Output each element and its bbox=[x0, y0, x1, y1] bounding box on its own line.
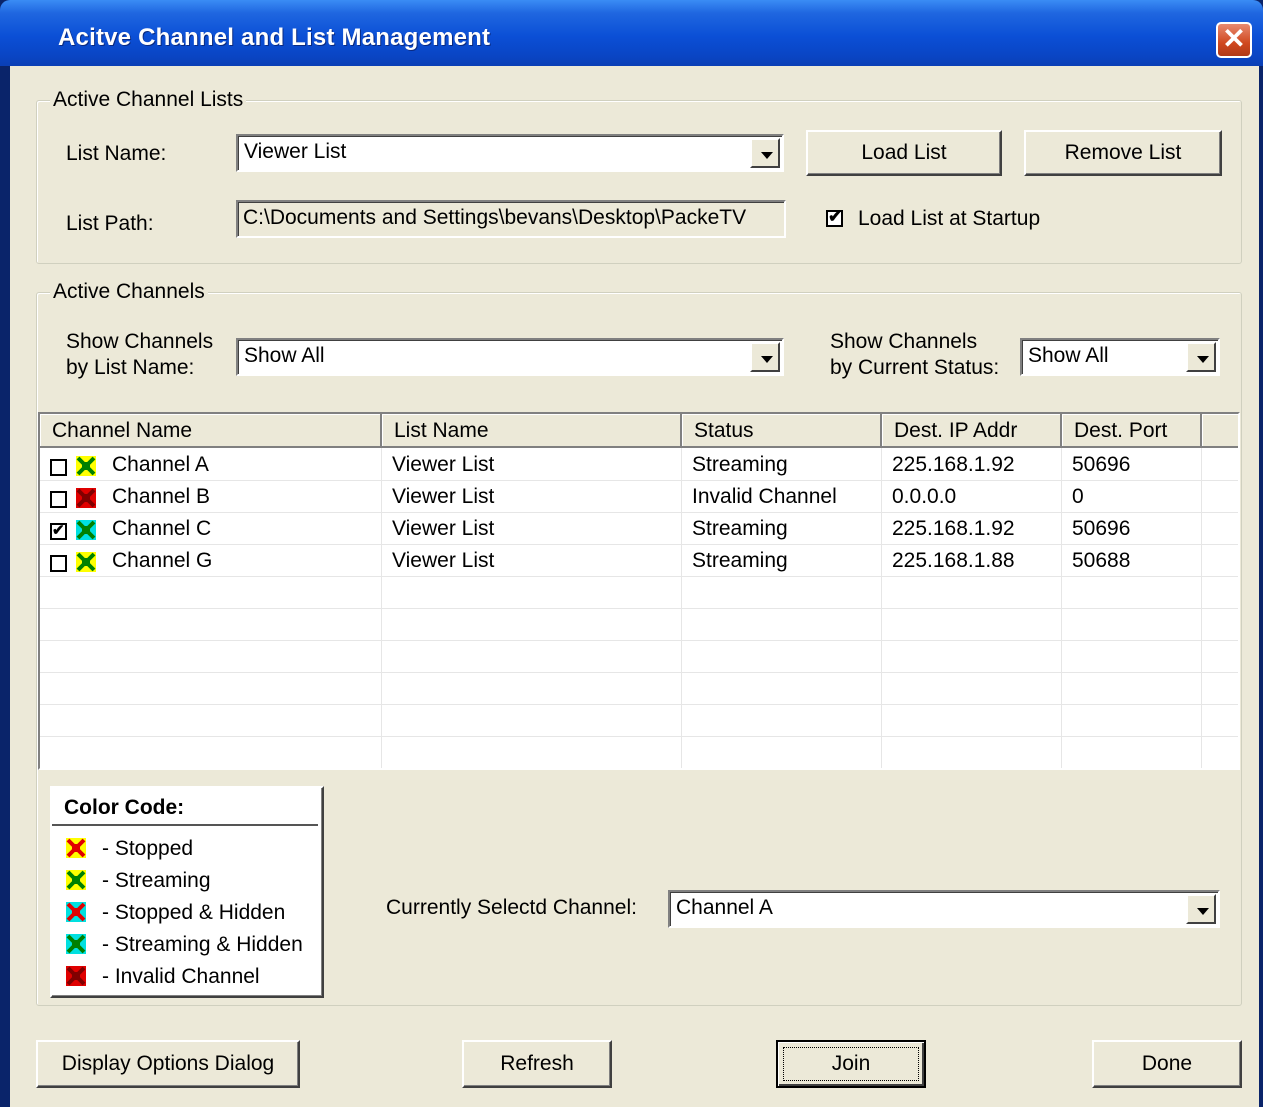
dialog-client-area: Active Channel Lists List Name: Viewer L… bbox=[10, 66, 1259, 1107]
streaming-hidden-icon bbox=[66, 934, 86, 954]
channel-name-cell: Channel A bbox=[112, 453, 209, 476]
column-header-dest-ip[interactable]: Dest. IP Addr bbox=[882, 414, 1062, 448]
refresh-label: Refresh bbox=[500, 1052, 574, 1075]
selected-channel-dropdown[interactable]: Channel A bbox=[668, 890, 1220, 928]
active-channels-legend: Active Channels bbox=[50, 280, 208, 304]
show-by-status-label-2: by Current Status: bbox=[830, 356, 1000, 379]
channel-name-cell: Channel G bbox=[112, 549, 213, 572]
list-name-cell: Viewer List bbox=[392, 517, 495, 540]
list-name-cell: Viewer List bbox=[392, 453, 495, 476]
show-by-list-label-1: Show Channels bbox=[66, 330, 214, 353]
selected-channel-value: Channel A bbox=[676, 896, 773, 919]
column-header-channel-name[interactable]: Channel Name bbox=[40, 414, 382, 448]
stopped-icon bbox=[66, 838, 86, 858]
streaming-icon bbox=[76, 552, 96, 572]
column-header-filler bbox=[1202, 414, 1238, 448]
dest-port-cell: 50696 bbox=[1072, 517, 1131, 540]
dest-ip-cell: 225.168.1.92 bbox=[892, 517, 1015, 540]
streaming-icon bbox=[76, 456, 96, 476]
dest-port-cell: 50688 bbox=[1072, 549, 1131, 572]
join-label: Join bbox=[831, 1052, 871, 1075]
show-by-list-value: Show All bbox=[244, 344, 325, 367]
color-code-legend: Color Code: - Stopped - Streaming - Stop… bbox=[50, 786, 324, 998]
active-channel-lists-legend: Active Channel Lists bbox=[50, 88, 247, 112]
close-button[interactable]: ✕ bbox=[1216, 22, 1252, 58]
status-cell: Invalid Channel bbox=[692, 485, 837, 508]
list-path-label: List Path: bbox=[66, 212, 154, 235]
dest-ip-cell: 0.0.0.0 bbox=[892, 485, 957, 508]
streaming-hidden-icon bbox=[76, 520, 96, 540]
invalid-icon bbox=[66, 966, 86, 986]
chevron-down-icon[interactable] bbox=[1186, 894, 1216, 924]
row-checkbox[interactable] bbox=[50, 459, 67, 476]
load-list-label: Load List bbox=[861, 141, 947, 164]
load-at-startup-checkbox[interactable] bbox=[826, 207, 843, 227]
streaming-icon bbox=[66, 870, 86, 890]
window-title: Acitve Channel and List Management bbox=[58, 24, 491, 51]
display-options-button[interactable]: Display Options Dialog bbox=[36, 1040, 300, 1088]
row-checkbox[interactable] bbox=[50, 555, 67, 572]
show-by-status-dropdown[interactable]: Show All bbox=[1020, 338, 1220, 376]
list-name-cell: Viewer List bbox=[392, 549, 495, 572]
channel-name-cell: Channel C bbox=[112, 517, 212, 540]
dest-ip-cell: 225.168.1.92 bbox=[892, 453, 1015, 476]
stopped-hidden-icon bbox=[66, 902, 86, 922]
column-header-list-name[interactable]: List Name bbox=[382, 414, 682, 448]
row-checkbox[interactable] bbox=[50, 491, 67, 508]
load-at-startup-label[interactable]: Load List at Startup bbox=[858, 207, 1040, 231]
remove-list-button[interactable]: Remove List bbox=[1024, 130, 1222, 176]
invalid-icon bbox=[76, 488, 96, 508]
dest-ip-cell: 225.168.1.88 bbox=[892, 549, 1015, 572]
column-header-status[interactable]: Status bbox=[682, 414, 882, 448]
channel-name-cell: Channel B bbox=[112, 485, 211, 508]
dest-port-cell: 0 bbox=[1072, 485, 1084, 508]
channel-table[interactable]: Channel Name List Name Status Dest. IP A… bbox=[38, 412, 1240, 770]
show-by-status-value: Show All bbox=[1028, 344, 1109, 367]
column-header-dest-port[interactable]: Dest. Port bbox=[1062, 414, 1202, 448]
list-path-field: C:\Documents and Settings\bevans\Desktop… bbox=[236, 200, 786, 238]
status-cell: Streaming bbox=[692, 549, 788, 572]
load-list-button[interactable]: Load List bbox=[806, 130, 1002, 176]
show-by-list-dropdown[interactable]: Show All bbox=[236, 338, 784, 376]
list-name-dropdown[interactable]: Viewer List bbox=[236, 134, 784, 172]
refresh-button[interactable]: Refresh bbox=[462, 1040, 612, 1088]
done-button[interactable]: Done bbox=[1092, 1040, 1242, 1088]
color-code-title: Color Code: bbox=[64, 796, 185, 819]
row-checkbox[interactable] bbox=[50, 521, 67, 540]
list-path-value: C:\Documents and Settings\bevans\Desktop… bbox=[243, 206, 747, 229]
title-bar[interactable]: Acitve Channel and List Management ✕ bbox=[0, 0, 1263, 66]
list-name-value: Viewer List bbox=[244, 140, 347, 163]
show-by-status-label-1: Show Channels bbox=[830, 330, 978, 353]
remove-list-label: Remove List bbox=[1064, 141, 1182, 164]
active-channel-lists-group bbox=[36, 100, 1242, 264]
chevron-down-icon[interactable] bbox=[1186, 342, 1216, 372]
chevron-down-icon[interactable] bbox=[750, 138, 780, 168]
join-button[interactable]: Join bbox=[776, 1040, 926, 1088]
status-cell: Streaming bbox=[692, 453, 788, 476]
chevron-down-icon[interactable] bbox=[750, 342, 780, 372]
dialog-window: Acitve Channel and List Management ✕ Act… bbox=[0, 0, 1263, 1107]
status-cell: Streaming bbox=[692, 517, 788, 540]
done-label: Done bbox=[1141, 1052, 1193, 1075]
show-by-list-label-2: by List Name: bbox=[66, 356, 195, 379]
display-options-label: Display Options Dialog bbox=[61, 1052, 275, 1075]
dest-port-cell: 50696 bbox=[1072, 453, 1131, 476]
selected-channel-label: Currently Selectd Channel: bbox=[386, 896, 637, 919]
list-name-label: List Name: bbox=[66, 142, 167, 165]
list-name-cell: Viewer List bbox=[392, 485, 495, 508]
